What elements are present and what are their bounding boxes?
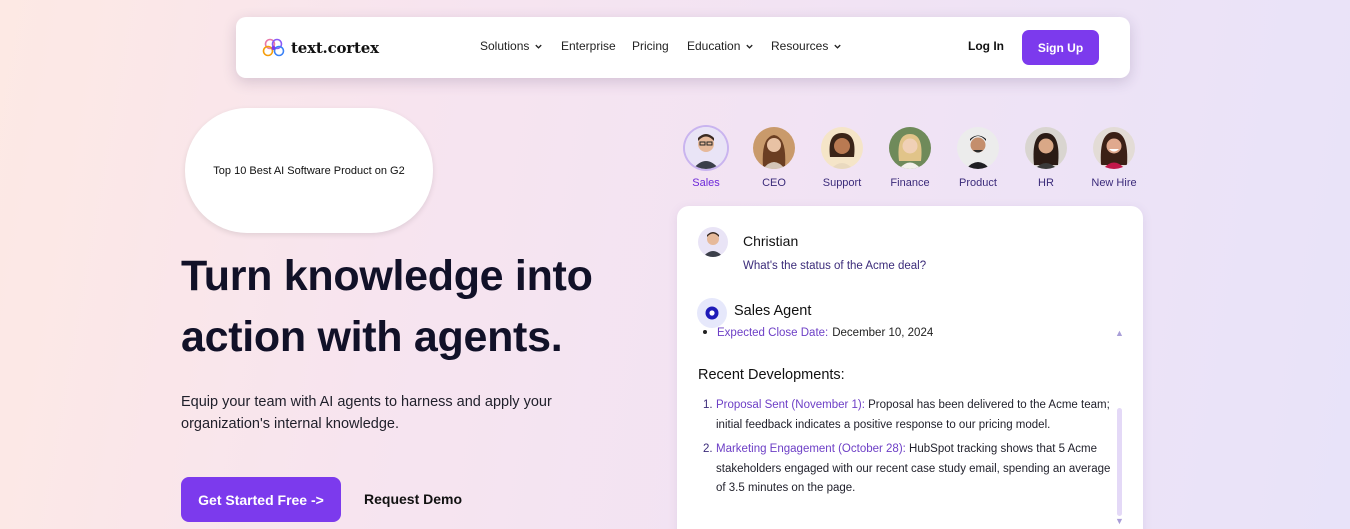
nav-pricing[interactable]: Pricing	[632, 39, 669, 53]
avatar-label: Sales	[692, 177, 720, 189]
hero-title-line-1: Turn knowledge into	[181, 252, 593, 300]
scrollbar[interactable]	[1117, 408, 1122, 516]
developments-list: 1. Proposal Sent (November 1): Proposal …	[703, 396, 1111, 504]
list-item-title: Marketing Engagement (October 28):	[716, 443, 906, 455]
user-name: Christian	[743, 233, 799, 249]
chevron-down-icon	[746, 44, 754, 49]
list-item: 2. Marketing Engagement (October 28): Hu…	[703, 440, 1111, 499]
hero-title: Turn knowledge into action with agents.	[181, 246, 661, 368]
agent-tab-product[interactable]: Product	[947, 127, 1009, 189]
avatar-hr	[1025, 127, 1067, 169]
nav-enterprise[interactable]: Enterprise	[561, 39, 616, 53]
close-date-value: December 10, 2024	[832, 327, 934, 339]
get-started-button[interactable]: Get Started Free ->	[181, 477, 341, 522]
nav-education[interactable]: Education	[687, 39, 754, 53]
list-item: 1. Proposal Sent (November 1): Proposal …	[703, 396, 1111, 435]
scroll-up-icon[interactable]: ▲	[1115, 328, 1124, 338]
badge-text: Top 10 Best AI Software Product on G2	[213, 164, 405, 177]
top-navbar: text.cortex Solutions Enterprise Pricing…	[236, 17, 1130, 78]
list-item-title: Proposal Sent (November 1):	[716, 399, 865, 411]
signup-button[interactable]: Sign Up	[1022, 30, 1099, 65]
agent-chat-card: Christian What's the status of the Acme …	[677, 206, 1143, 529]
list-item-number: 2.	[703, 443, 713, 455]
chevron-down-icon	[834, 44, 842, 49]
brand-logo[interactable]: text.cortex	[262, 37, 379, 59]
close-date-row: Expected Close Date: December 10, 2024	[703, 327, 933, 339]
avatar-new-hire	[1093, 127, 1135, 169]
bullet-dot	[703, 330, 707, 334]
agent-tab-sales[interactable]: Sales	[675, 127, 737, 189]
avatar-label: New Hire	[1091, 177, 1137, 189]
nav-education-label: Education	[687, 39, 741, 53]
user-message: What's the status of the Acme deal?	[743, 260, 927, 272]
nav-solutions-label: Solutions	[480, 39, 530, 53]
avatar-support	[821, 127, 863, 169]
avatar-product	[957, 127, 999, 169]
login-link[interactable]: Log In	[968, 39, 1004, 53]
hero-subtitle: Equip your team with AI agents to harnes…	[181, 394, 552, 432]
avatar-label: Finance	[890, 177, 930, 189]
list-item-number: 1.	[703, 399, 713, 411]
nav-resources[interactable]: Resources	[771, 39, 842, 53]
agent-tab-finance[interactable]: Finance	[879, 127, 941, 189]
agent-icon	[697, 298, 727, 328]
nav-resources-label: Resources	[771, 39, 829, 53]
nav-solutions[interactable]: Solutions	[480, 39, 543, 53]
avatar-label: HR	[1038, 177, 1054, 189]
nav-pricing-label: Pricing	[632, 39, 669, 53]
nav-enterprise-label: Enterprise	[561, 39, 616, 53]
avatar-sales	[685, 127, 727, 169]
avatar-label: Product	[959, 177, 997, 189]
request-demo-link[interactable]: Request Demo	[364, 491, 462, 507]
brain-logo-icon	[262, 38, 285, 57]
avatar-finance	[889, 127, 931, 169]
avatar-label: Support	[822, 177, 862, 189]
close-date-label: Expected Close Date:	[717, 327, 829, 339]
agent-tab-new-hire[interactable]: New Hire	[1083, 127, 1145, 189]
recent-developments-heading: Recent Developments:	[698, 367, 845, 383]
agent-tab-support[interactable]: Support	[811, 127, 873, 189]
agent-tab-hr[interactable]: HR	[1015, 127, 1077, 189]
g2-award-badge: Top 10 Best AI Software Product on G2	[185, 108, 433, 233]
agent-tab-ceo[interactable]: CEO	[743, 127, 805, 189]
brand-name: text.cortex	[291, 39, 379, 57]
user-avatar	[698, 227, 728, 257]
hero-title-line-2: action with agents.	[181, 313, 563, 361]
scroll-down-icon[interactable]: ▼	[1115, 516, 1124, 526]
agent-name: Sales Agent	[734, 303, 812, 319]
avatar-label: CEO	[762, 177, 786, 189]
avatar-ceo	[753, 127, 795, 169]
chevron-down-icon	[535, 44, 543, 49]
